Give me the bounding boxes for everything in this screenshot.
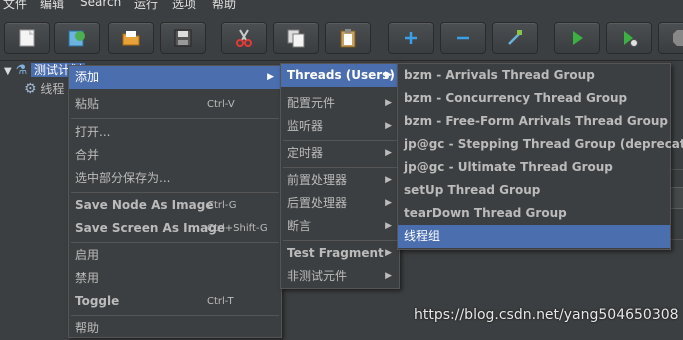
- menu-separator: [283, 140, 397, 141]
- menu-item-disable[interactable]: 禁用: [69, 267, 281, 290]
- menu-item-merge[interactable]: 合并: [69, 144, 281, 167]
- open-button[interactable]: [108, 22, 154, 54]
- menu-help[interactable]: 帮助: [212, 0, 236, 10]
- templates-icon: [68, 30, 85, 47]
- menu-separator: [71, 192, 279, 193]
- new-icon: [19, 29, 35, 47]
- menu-item-open[interactable]: 打开...: [69, 121, 281, 144]
- toggle-button[interactable]: [492, 22, 538, 54]
- tree-child-label[interactable]: 线程: [40, 82, 64, 96]
- menu-item-config-element[interactable]: 配置元件 ▶: [281, 92, 399, 115]
- menu-file[interactable]: 文件: [3, 0, 27, 10]
- expand-icon: [405, 32, 417, 44]
- menu-item-free-form-arrivals-thread-group[interactable]: bzm - Free-Form Arrivals Thread Group: [398, 110, 670, 133]
- menu-separator: [71, 242, 279, 243]
- expand-button[interactable]: [388, 22, 434, 54]
- start-icon: [573, 31, 583, 45]
- menu-item-listener[interactable]: 监听器 ▶: [281, 115, 399, 138]
- copy-icon: [287, 29, 305, 48]
- templates-button[interactable]: [54, 22, 100, 54]
- stop-button[interactable]: [658, 22, 683, 54]
- menu-item-threads[interactable]: Threads (Users) ▶: [281, 64, 399, 87]
- menu-item-toggle[interactable]: Toggle Ctrl-T: [69, 290, 281, 313]
- menu-item-ultimate-thread-group[interactable]: jp@gc - Ultimate Thread Group: [398, 156, 670, 179]
- gear-icon: ⚙: [24, 81, 37, 97]
- toggle-icon: [508, 30, 522, 45]
- toolbar: [0, 10, 683, 61]
- menu-item-save-node-image[interactable]: Save Node As Image Ctrl-G: [69, 194, 281, 217]
- submenu-arrow-icon: ▶: [385, 198, 392, 208]
- menu-separator: [283, 240, 397, 241]
- menu-search[interactable]: Search: [80, 0, 121, 9]
- menu-options[interactable]: 选项: [172, 0, 196, 10]
- menubar: 文件 编辑 Search 运行 选项 帮助: [0, 0, 683, 10]
- submenu-arrow-icon: ▶: [385, 248, 392, 258]
- paste-button[interactable]: [325, 22, 371, 54]
- menu-item-non-test-elements[interactable]: 非测试元件 ▶: [281, 265, 399, 288]
- stop-icon: [673, 30, 683, 46]
- submenu-arrow-icon: ▶: [385, 70, 392, 80]
- submenu-arrow-icon: ▶: [267, 72, 274, 82]
- menu-run[interactable]: 运行: [134, 0, 158, 10]
- start-no-pause-icon: [624, 31, 638, 47]
- menu-item-add[interactable]: 添加 ▶: [69, 66, 281, 89]
- submenu-arrow-icon: ▶: [385, 221, 392, 231]
- menu-separator: [71, 118, 279, 119]
- cut-button[interactable]: [221, 22, 267, 54]
- expand-toggle-icon[interactable]: ▼: [4, 66, 12, 77]
- menu-item-thread-group[interactable]: 线程组: [398, 225, 670, 248]
- menu-item-stepping-thread-group[interactable]: jp@gc - Stepping Thread Group (deprecate…: [398, 133, 683, 156]
- submenu-arrow-icon: ▶: [385, 98, 392, 108]
- test-plan-tree: ▼ ⚗ 测试计划 ⚙ 线程: [0, 61, 86, 336]
- new-button[interactable]: [4, 22, 50, 54]
- menu-item-concurrency-thread-group[interactable]: bzm - Concurrency Thread Group: [398, 87, 670, 110]
- menu-item-pre-processor[interactable]: 前置处理器 ▶: [281, 169, 399, 192]
- save-button[interactable]: [160, 22, 206, 54]
- paste-icon: [340, 29, 356, 48]
- submenu-arrow-icon: ▶: [385, 121, 392, 131]
- start-button[interactable]: [554, 22, 600, 54]
- submenu-arrow-icon: ▶: [385, 175, 392, 185]
- save-icon: [174, 29, 192, 47]
- menu-item-post-processor[interactable]: 后置处理器 ▶: [281, 192, 399, 215]
- menu-item-paste[interactable]: 粘贴 Ctrl-V: [69, 93, 281, 116]
- start-no-pause-button[interactable]: [606, 22, 652, 54]
- menu-item-timer[interactable]: 定时器 ▶: [281, 142, 399, 165]
- menu-item-arrivals-thread-group[interactable]: bzm - Arrivals Thread Group: [398, 64, 670, 87]
- submenu-arrow-icon: ▶: [385, 148, 392, 158]
- menu-item-test-fragment[interactable]: Test Fragment ▶: [281, 242, 399, 265]
- menu-item-teardown-thread-group[interactable]: tearDown Thread Group: [398, 202, 670, 225]
- copy-button[interactable]: [273, 22, 319, 54]
- menu-item-assertion[interactable]: 断言 ▶: [281, 215, 399, 238]
- menu-item-setup-thread-group[interactable]: setUp Thread Group: [398, 179, 670, 202]
- menu-separator: [71, 315, 279, 316]
- context-menu: 添加 ▶ 粘贴 Ctrl-V 打开... 合并 选中部分保存为... Save No…: [68, 65, 282, 338]
- open-icon: [122, 31, 140, 46]
- menu-item-help[interactable]: 帮助: [69, 317, 281, 340]
- tree-child-row[interactable]: ⚙ 线程: [24, 80, 64, 98]
- menu-separator: [283, 167, 397, 168]
- menu-item-save-screen-image[interactable]: Save Screen As Image Ctrl+Shift-G: [69, 217, 281, 240]
- watermark: https://blog.csdn.net/yang504650308: [414, 307, 679, 323]
- menu-item-enable[interactable]: 启用: [69, 244, 281, 267]
- flask-icon: ⚗: [15, 63, 28, 78]
- submenu-arrow-icon: ▶: [385, 271, 392, 281]
- menu-edit[interactable]: 编辑: [40, 0, 64, 10]
- cut-icon: [236, 29, 252, 47]
- collapse-icon: [457, 36, 469, 40]
- add-submenu: Threads (Users) ▶ 配置元件 ▶ 监听器 ▶ 定时器 ▶ 前置处理器 ▶ …: [280, 63, 400, 289]
- collapse-button[interactable]: [440, 22, 486, 54]
- threads-submenu: bzm - Arrivals Thread Group bzm - Concur…: [397, 63, 683, 250]
- menu-item-save-selection[interactable]: 选中部分保存为...: [69, 167, 281, 190]
